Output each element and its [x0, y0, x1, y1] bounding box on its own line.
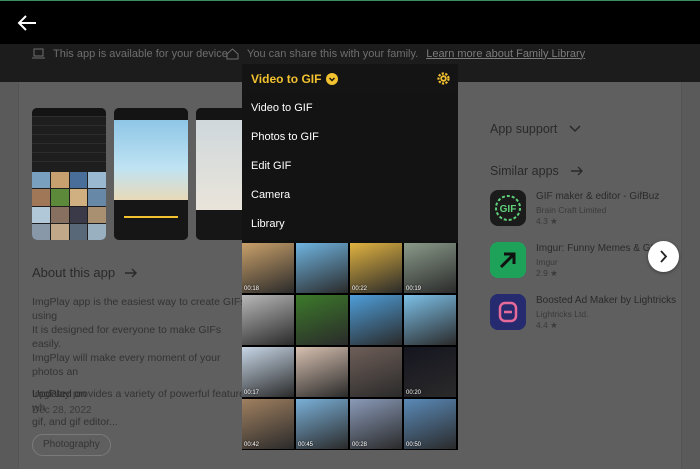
similar-apps-heading[interactable]: Similar apps: [490, 164, 583, 178]
video-thumbnail[interactable]: 00:19: [404, 243, 456, 293]
updated-label: Updated on: [32, 388, 87, 400]
family-text: You can share this with your family.: [247, 47, 419, 60]
video-thumbnail[interactable]: 00:20: [404, 347, 456, 397]
b-logo-icon: [490, 294, 526, 330]
video-duration: 00:22: [352, 286, 368, 292]
device-availability: This app is available for your device: [32, 47, 228, 60]
video-duration: 00:19: [406, 286, 422, 292]
back-arrow-icon[interactable]: [16, 13, 38, 33]
gif-icon: GIF: [490, 190, 526, 226]
video-duration: 00:42: [244, 442, 260, 448]
app-developer: Imgur: [536, 257, 558, 267]
similar-app-item[interactable]: GIF GIF maker & editor - GifBuz Brain Cr…: [490, 190, 690, 228]
category-chip[interactable]: Photography: [32, 434, 111, 456]
home-icon: [226, 48, 239, 60]
video-duration: 00:17: [244, 390, 260, 396]
video-thumbnail[interactable]: 00:17: [242, 347, 294, 397]
video-thumbnail[interactable]: [350, 295, 402, 345]
device-text: This app is available for your device: [53, 47, 228, 60]
svg-text:GIF: GIF: [500, 204, 517, 215]
menu-item-library[interactable]: Library: [242, 210, 458, 239]
desc-line: ImgPlay will make every moment of your p…: [32, 352, 221, 378]
family-library-link[interactable]: Learn more about Family Library: [426, 48, 585, 60]
mode-header: Video to GIF: [242, 64, 458, 94]
chevron-down-icon: [569, 125, 581, 133]
screenshot-2[interactable]: [114, 108, 188, 240]
video-duration: 00:28: [352, 442, 368, 448]
video-duration: 00:50: [406, 442, 422, 448]
chevron-down-icon: [326, 73, 339, 85]
app-title: GIF maker & editor - GifBuz: [536, 191, 660, 202]
desc-line: gif, and gif editor...: [32, 416, 118, 428]
video-thumbnail[interactable]: [404, 295, 456, 345]
app-rating: 4.3 ★: [536, 216, 558, 226]
video-thumbnail[interactable]: 00:42: [242, 399, 294, 449]
screenshot-preview[interactable]: Video to GIF Video to GIF Photos to GIF …: [242, 64, 458, 450]
family-library: You can share this with your family. Lea…: [226, 47, 585, 60]
laptop-icon: [32, 48, 45, 59]
chevron-right-icon: [660, 250, 668, 263]
similar-apps-label: Similar apps: [490, 164, 559, 178]
app-title: Boosted Ad Maker by Lightricks: [536, 295, 677, 306]
gear-icon[interactable]: [436, 71, 451, 86]
menu-item-photos-to-gif[interactable]: Photos to GIF: [242, 123, 458, 152]
arrow-right-icon: [125, 268, 138, 277]
about-title: About this app: [32, 265, 116, 280]
menu-item-edit-gif[interactable]: Edit GIF: [242, 152, 458, 181]
similar-app-item[interactable]: Boosted Ad Maker by Lightricks Lightrick…: [490, 294, 690, 332]
app-developer: Lightricks Ltd.: [536, 309, 589, 319]
desc-line: It is designed for everyone to make GIFs…: [32, 324, 222, 350]
top-bar: [0, 0, 700, 44]
app-title: Imgur: Funny Memes & GIF: [536, 243, 660, 254]
app-support-heading[interactable]: App support: [490, 122, 581, 136]
video-thumbnail[interactable]: [296, 347, 348, 397]
video-thumbnail[interactable]: [350, 347, 402, 397]
video-thumbnail[interactable]: 00:22: [350, 243, 402, 293]
screenshot-1[interactable]: [32, 108, 106, 240]
app-rating: 2.9 ★: [536, 268, 558, 278]
next-screenshot-button[interactable]: [648, 241, 679, 272]
video-duration: 00:45: [298, 442, 314, 448]
app-developer: Brain Craft Limited: [536, 205, 607, 215]
updated-date: Dec 28, 2022: [32, 405, 92, 416]
arrow-up-icon: [490, 242, 526, 278]
video-duration: 00:20: [406, 390, 422, 396]
video-thumbnail[interactable]: [296, 295, 348, 345]
video-thumbnail[interactable]: [242, 295, 294, 345]
menu-item-camera[interactable]: Camera: [242, 181, 458, 210]
video-thumbnail[interactable]: 00:18: [242, 243, 294, 293]
video-thumbnail[interactable]: 00:50: [404, 399, 456, 449]
video-thumbnail[interactable]: 00:45: [296, 399, 348, 449]
mode-dropdown[interactable]: Video to GIF: [251, 72, 339, 86]
video-duration: 00:18: [244, 286, 260, 292]
about-heading[interactable]: About this app: [32, 265, 138, 280]
video-thumbnail[interactable]: 00:28: [350, 399, 402, 449]
video-thumbnail[interactable]: [296, 243, 348, 293]
menu-item-video-to-gif[interactable]: Video to GIF: [242, 94, 458, 123]
video-grid: 00:18 00:22 00:19 00:17 00:20 00:42 00:45 00:28…: [242, 243, 458, 450]
mode-title: Video to GIF: [251, 72, 322, 86]
arrow-right-icon: [570, 166, 583, 176]
app-support-label: App support: [490, 122, 558, 136]
desc-line: ImgPlay app is the easiest way to create…: [32, 296, 246, 322]
app-rating: 4.4 ★: [536, 320, 558, 330]
mode-menu: Video to GIF Photos to GIF Edit GIF Came…: [242, 94, 458, 240]
